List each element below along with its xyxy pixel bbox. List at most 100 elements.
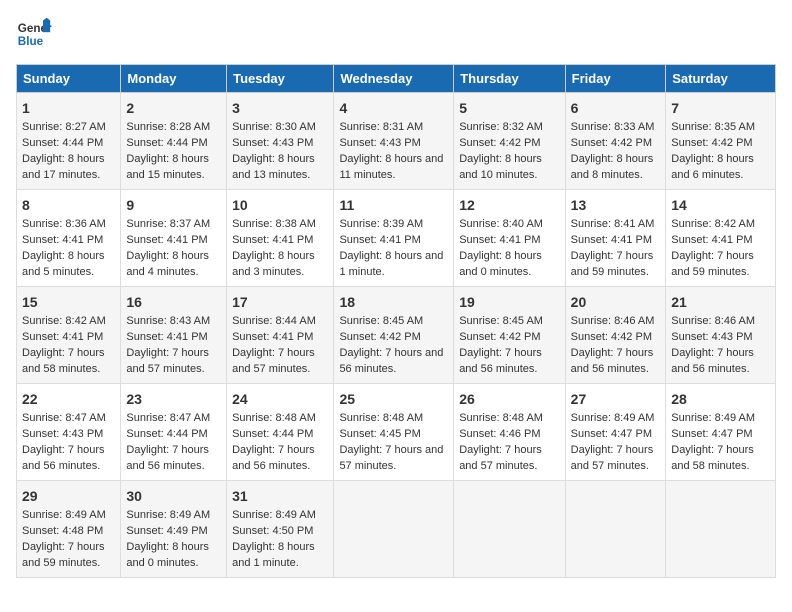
header-day-thursday: Thursday (454, 65, 565, 93)
day-number: 30 (126, 486, 221, 506)
calendar-cell: 23Sunrise: 8:47 AMSunset: 4:44 PMDayligh… (121, 384, 227, 481)
day-number: 26 (459, 389, 559, 409)
day-number: 1 (22, 98, 115, 118)
calendar-cell: 1Sunrise: 8:27 AMSunset: 4:44 PMDaylight… (17, 93, 121, 190)
day-number: 17 (232, 292, 328, 312)
calendar-cell (454, 481, 565, 578)
calendar-cell: 27Sunrise: 8:49 AMSunset: 4:47 PMDayligh… (565, 384, 666, 481)
day-number: 22 (22, 389, 115, 409)
day-number: 4 (339, 98, 448, 118)
week-row-3: 15Sunrise: 8:42 AMSunset: 4:41 PMDayligh… (17, 287, 776, 384)
sunset-text: Sunset: 4:44 PM (22, 136, 115, 152)
sunrise-text: Sunrise: 8:28 AM (126, 120, 221, 136)
daylight-text: Daylight: 8 hours and 10 minutes. (459, 152, 559, 184)
calendar-cell: 3Sunrise: 8:30 AMSunset: 4:43 PMDaylight… (227, 93, 334, 190)
day-number: 6 (571, 98, 661, 118)
sunrise-text: Sunrise: 8:49 AM (671, 411, 770, 427)
week-row-2: 8Sunrise: 8:36 AMSunset: 4:41 PMDaylight… (17, 190, 776, 287)
calendar-cell: 19Sunrise: 8:45 AMSunset: 4:42 PMDayligh… (454, 287, 565, 384)
calendar-cell: 24Sunrise: 8:48 AMSunset: 4:44 PMDayligh… (227, 384, 334, 481)
sunset-text: Sunset: 4:50 PM (232, 524, 328, 540)
week-row-1: 1Sunrise: 8:27 AMSunset: 4:44 PMDaylight… (17, 93, 776, 190)
sunset-text: Sunset: 4:41 PM (126, 233, 221, 249)
day-number: 18 (339, 292, 448, 312)
svg-text:Blue: Blue (18, 35, 44, 48)
daylight-text: Daylight: 8 hours and 0 minutes. (459, 249, 559, 281)
sunset-text: Sunset: 4:49 PM (126, 524, 221, 540)
sunrise-text: Sunrise: 8:32 AM (459, 120, 559, 136)
day-number: 9 (126, 195, 221, 215)
sunrise-text: Sunrise: 8:44 AM (232, 314, 328, 330)
sunrise-text: Sunrise: 8:47 AM (22, 411, 115, 427)
calendar-cell (565, 481, 666, 578)
calendar-cell: 31Sunrise: 8:49 AMSunset: 4:50 PMDayligh… (227, 481, 334, 578)
day-number: 16 (126, 292, 221, 312)
day-number: 19 (459, 292, 559, 312)
daylight-text: Daylight: 7 hours and 58 minutes. (671, 443, 770, 475)
sunrise-text: Sunrise: 8:46 AM (571, 314, 661, 330)
calendar-cell: 30Sunrise: 8:49 AMSunset: 4:49 PMDayligh… (121, 481, 227, 578)
daylight-text: Daylight: 8 hours and 0 minutes. (126, 540, 221, 572)
sunrise-text: Sunrise: 8:49 AM (22, 508, 115, 524)
day-number: 27 (571, 389, 661, 409)
calendar-cell: 5 Sunrise: 8:32 AMSunset: 4:42 PMDaylight… (454, 93, 565, 190)
header-day-saturday: Saturday (666, 65, 776, 93)
day-number: 15 (22, 292, 115, 312)
sunset-text: Sunset: 4:41 PM (571, 233, 661, 249)
daylight-text: Daylight: 7 hours and 58 minutes. (22, 346, 115, 378)
sunrise-text: Sunrise: 8:30 AM (232, 120, 328, 136)
sunrise-text: Sunrise: 8:33 AM (571, 120, 661, 136)
calendar-cell: 7Sunrise: 8:35 AMSunset: 4:42 PMDaylight… (666, 93, 776, 190)
day-number: 11 (339, 195, 448, 215)
sunset-text: Sunset: 4:42 PM (459, 330, 559, 346)
sunrise-text: Sunrise: 8:45 AM (339, 314, 448, 330)
daylight-text: Daylight: 7 hours and 57 minutes. (126, 346, 221, 378)
sunset-text: Sunset: 4:41 PM (232, 233, 328, 249)
daylight-text: Daylight: 8 hours and 13 minutes. (232, 152, 328, 184)
daylight-text: Daylight: 8 hours and 6 minutes. (671, 152, 770, 184)
calendar-cell: 22Sunrise: 8:47 AMSunset: 4:43 PMDayligh… (17, 384, 121, 481)
calendar-cell: 28Sunrise: 8:49 AMSunset: 4:47 PMDayligh… (666, 384, 776, 481)
daylight-text: Daylight: 7 hours and 57 minutes. (232, 346, 328, 378)
logo: General Blue (16, 16, 52, 52)
sunset-text: Sunset: 4:43 PM (339, 136, 448, 152)
daylight-text: Daylight: 7 hours and 56 minutes. (671, 346, 770, 378)
daylight-text: Daylight: 8 hours and 1 minute. (339, 249, 448, 281)
sunset-text: Sunset: 4:41 PM (22, 233, 115, 249)
header-row: SundayMondayTuesdayWednesdayThursdayFrid… (17, 65, 776, 93)
day-number: 29 (22, 486, 115, 506)
sunrise-text: Sunrise: 8:42 AM (671, 217, 770, 233)
header-day-monday: Monday (121, 65, 227, 93)
calendar-cell: 21Sunrise: 8:46 AMSunset: 4:43 PMDayligh… (666, 287, 776, 384)
sunrise-text: Sunrise: 8:42 AM (22, 314, 115, 330)
daylight-text: Daylight: 7 hours and 57 minutes. (571, 443, 661, 475)
sunset-text: Sunset: 4:42 PM (459, 136, 559, 152)
calendar-cell: 10Sunrise: 8:38 AMSunset: 4:41 PMDayligh… (227, 190, 334, 287)
sunset-text: Sunset: 4:41 PM (232, 330, 328, 346)
day-number: 25 (339, 389, 448, 409)
sunrise-text: Sunrise: 8:43 AM (126, 314, 221, 330)
week-row-5: 29Sunrise: 8:49 AMSunset: 4:48 PMDayligh… (17, 481, 776, 578)
sunrise-text: Sunrise: 8:39 AM (339, 217, 448, 233)
daylight-text: Daylight: 7 hours and 56 minutes. (339, 346, 448, 378)
sunrise-text: Sunrise: 8:35 AM (671, 120, 770, 136)
calendar-cell: 20Sunrise: 8:46 AMSunset: 4:42 PMDayligh… (565, 287, 666, 384)
calendar-cell: 4Sunrise: 8:31 AMSunset: 4:43 PMDaylight… (334, 93, 454, 190)
calendar-cell: 2Sunrise: 8:28 AMSunset: 4:44 PMDaylight… (121, 93, 227, 190)
day-number: 8 (22, 195, 115, 215)
sunset-text: Sunset: 4:42 PM (571, 136, 661, 152)
sunrise-text: Sunrise: 8:48 AM (232, 411, 328, 427)
sunrise-text: Sunrise: 8:38 AM (232, 217, 328, 233)
sunset-text: Sunset: 4:43 PM (22, 427, 115, 443)
day-number: 5 (459, 98, 559, 118)
daylight-text: Daylight: 7 hours and 59 minutes. (571, 249, 661, 281)
logo-icon: General Blue (16, 16, 52, 52)
sunset-text: Sunset: 4:43 PM (232, 136, 328, 152)
sunrise-text: Sunrise: 8:37 AM (126, 217, 221, 233)
calendar-cell: 25Sunrise: 8:48 AMSunset: 4:45 PMDayligh… (334, 384, 454, 481)
week-row-4: 22 Sunrise: 8:47 AMSunset: 4:43 PM Dayligh… (17, 384, 776, 481)
calendar-cell: 17 Sunrise: 8:44 AMSunset: 4:41 PMDayligh… (227, 287, 334, 384)
day-number: 24 (232, 389, 328, 409)
daylight-text: Daylight: 7 hours and 56 minutes. (126, 443, 221, 475)
sunset-text: Sunset: 4:45 PM (339, 427, 448, 443)
